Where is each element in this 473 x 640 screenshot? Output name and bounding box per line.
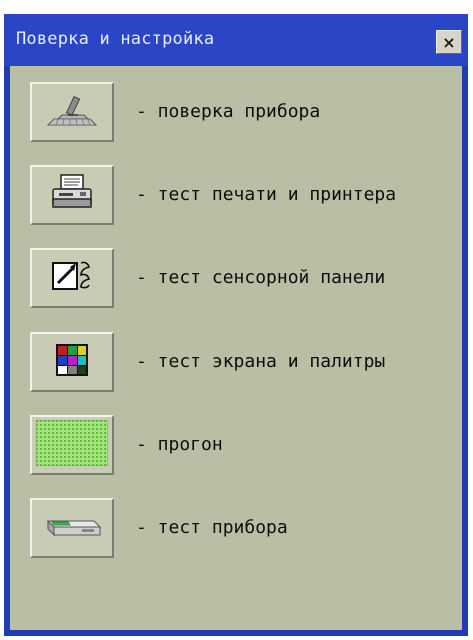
calibration-button[interactable]	[30, 82, 114, 142]
calibration-icon	[44, 93, 100, 131]
menu-row-printer: - тест печати и принтера	[10, 165, 462, 229]
printer-icon	[50, 173, 94, 217]
menu-row-palette: - тест экрана и палитры	[10, 332, 462, 396]
dialog-body: - поверка прибора - тест печати и принте…	[10, 66, 462, 630]
menu-row-device-test: - тест прибора	[10, 498, 462, 562]
device-icon	[42, 511, 102, 545]
window-title: Поверка и настройка	[16, 29, 215, 49]
close-icon: ×	[442, 32, 456, 52]
burnin-button[interactable]	[30, 415, 114, 475]
burnin-label: - прогон	[136, 434, 223, 455]
palette-test-label: - тест экрана и палитры	[136, 351, 386, 372]
menu-row-burnin: - прогон	[10, 415, 462, 479]
printer-test-label: - тест печати и принтера	[136, 184, 397, 205]
palette-test-button[interactable]	[30, 332, 114, 392]
menu-row-calibration: - поверка прибора	[10, 82, 462, 146]
menu-row-touchpanel: - тест сенсорной панели	[10, 248, 462, 312]
palette-icon	[56, 344, 88, 380]
touchpanel-test-label: - тест сенсорной панели	[136, 267, 386, 288]
grid-icon	[35, 419, 109, 470]
device-test-label: - тест прибора	[136, 517, 288, 538]
touchpanel-icon	[50, 257, 94, 299]
dialog-window: Поверка и настройка × - поверка прибора …	[4, 14, 468, 636]
device-test-button[interactable]	[30, 498, 114, 558]
calibration-label: - поверка прибора	[136, 101, 321, 122]
touchpanel-test-button[interactable]	[30, 248, 114, 308]
title-bar[interactable]: Поверка и настройка ×	[4, 14, 468, 66]
close-button[interactable]: ×	[436, 30, 462, 54]
printer-test-button[interactable]	[30, 165, 114, 225]
